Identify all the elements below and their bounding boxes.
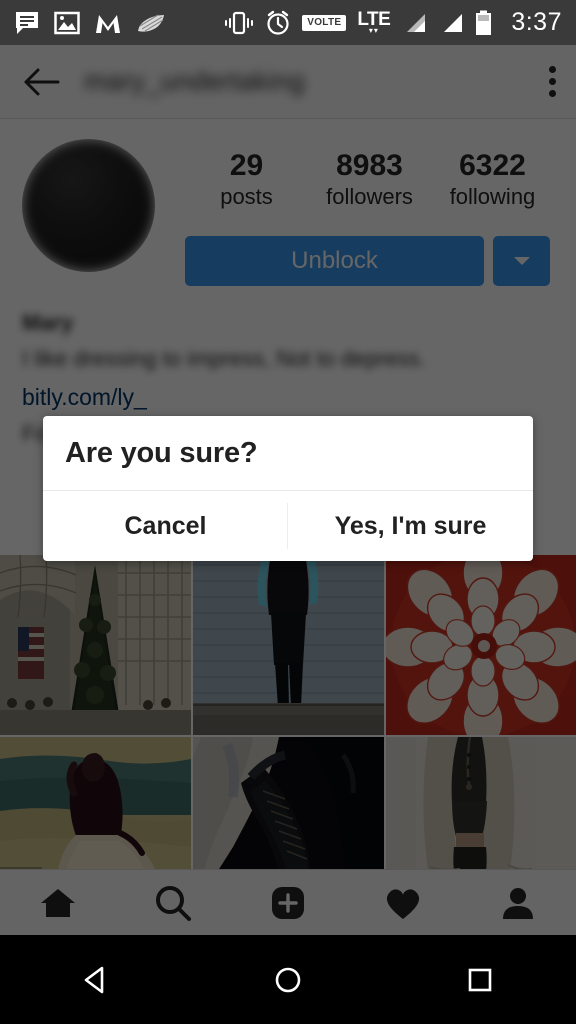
feather-icon [138, 13, 164, 32]
android-recents-icon[interactable] [384, 960, 576, 1000]
battery-icon [476, 10, 492, 35]
vibrate-icon [225, 11, 254, 34]
m-logo-icon [96, 14, 120, 33]
status-bar-left-icons [14, 10, 166, 36]
lte-icon: LTE ▾▾ [357, 9, 391, 35]
cancel-button[interactable]: Cancel [43, 491, 288, 561]
android-back-icon[interactable] [0, 960, 192, 1000]
signal-1-icon [407, 13, 426, 32]
photo-icon [54, 11, 80, 34]
lte-data-arrows: ▾▾ [368, 26, 379, 35]
dialog-button-divider [287, 503, 288, 549]
signal-2-icon [444, 13, 463, 32]
status-bar: VOLTE LTE ▾▾ 3:37 [0, 0, 576, 45]
volte-badge: VOLTE [302, 14, 347, 31]
android-home-icon[interactable] [192, 960, 384, 1000]
phone-screen: mary_undertaking 29 posts [0, 0, 576, 1024]
dialog-button-row: Cancel Yes, I'm sure [43, 491, 533, 561]
status-bar-right-icons: VOLTE LTE ▾▾ 3:37 [224, 8, 562, 37]
message-icon [16, 11, 38, 34]
dialog-title-area: Are you sure? [43, 416, 533, 490]
dialog-title: Are you sure? [65, 436, 258, 469]
confirm-button[interactable]: Yes, I'm sure [288, 491, 533, 561]
confirm-dialog: Are you sure? Cancel Yes, I'm sure [43, 416, 533, 561]
status-bar-clock: 3:37 [511, 8, 562, 36]
alarm-icon [267, 10, 289, 35]
android-nav-bar [0, 935, 576, 1024]
